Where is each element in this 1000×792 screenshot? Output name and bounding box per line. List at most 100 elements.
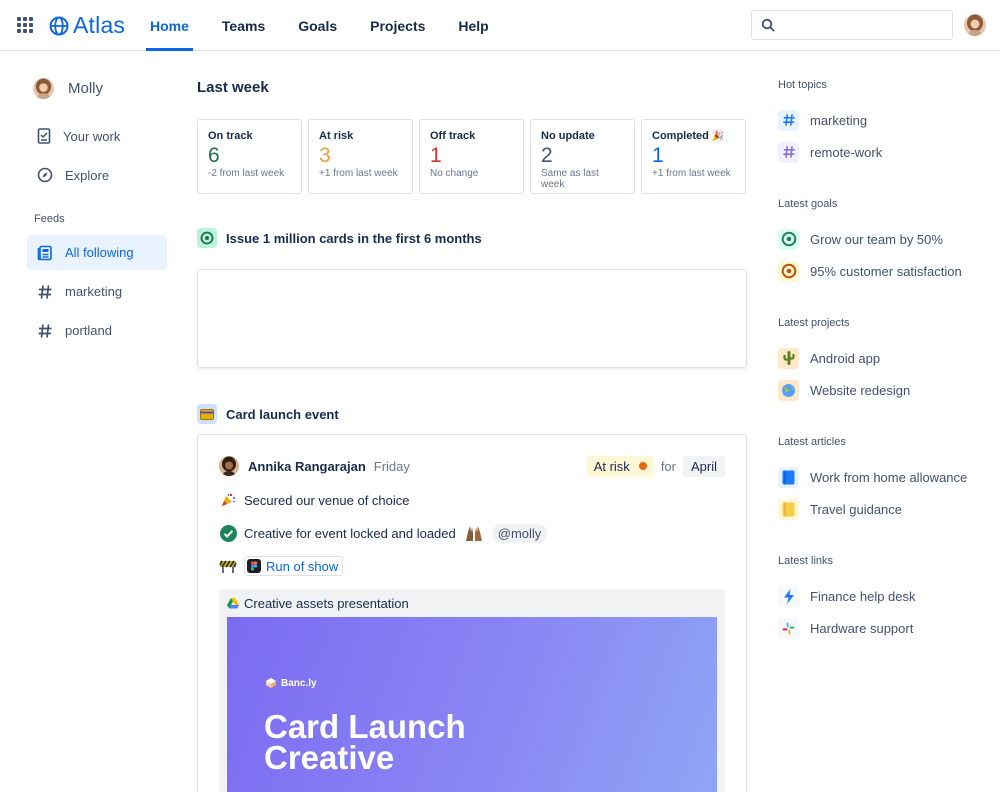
goal-item[interactable]: Grow our team by 50% <box>778 226 988 252</box>
project-header[interactable]: Card launch event <box>197 403 747 425</box>
stat-label: No update <box>541 130 595 142</box>
latest-articles: Latest articles Work from home allowance… <box>778 432 988 522</box>
globe-icon <box>778 379 799 401</box>
article-item[interactable]: Work from home allowance <box>778 464 988 490</box>
figma-icon <box>247 559 261 573</box>
nav-help[interactable]: Help <box>454 0 492 51</box>
user-avatar[interactable] <box>964 14 986 36</box>
project-label: Website redesign <box>810 382 911 398</box>
stat-value: 1 <box>652 144 664 167</box>
author-avatar[interactable] <box>219 456 239 476</box>
credit-card-icon <box>197 404 217 424</box>
stat-value: 1 <box>430 144 442 167</box>
sidebar-item-label: portland <box>65 323 112 338</box>
nav-projects[interactable]: Projects <box>366 0 429 51</box>
hashtag-icon <box>778 141 799 163</box>
project-item[interactable]: Android app <box>778 345 988 371</box>
project-label: Android app <box>810 350 881 366</box>
main-content: Last week On track 6 -2 from last week A… <box>197 70 747 792</box>
goal-label: Grow our team by 50% <box>810 231 943 247</box>
app-switcher-icon[interactable] <box>17 17 33 33</box>
article-label: Travel guidance <box>810 501 903 517</box>
lightning-icon <box>778 585 799 607</box>
link-item[interactable]: Hardware support <box>778 615 988 641</box>
stat-no-update[interactable]: No update 2 Same as last week <box>530 119 635 194</box>
sidebar-item-all-following[interactable]: All following <box>27 235 167 270</box>
party-popper-icon <box>219 491 237 509</box>
update-line: Secured our venue of choice <box>219 489 410 511</box>
update-line: Run of show <box>219 555 344 577</box>
topic-remote-work[interactable]: remote-work <box>778 139 988 165</box>
project-item[interactable]: Website redesign <box>778 377 988 403</box>
embed-title: Creative assets presentation <box>244 595 409 611</box>
brand-logo: Banc.ly <box>265 677 317 689</box>
topic-marketing[interactable]: marketing <box>778 107 988 133</box>
stat-on-track[interactable]: On track 6 -2 from last week <box>197 119 302 194</box>
presentation-embed[interactable]: Creative assets presentation Banc.ly Car… <box>219 589 725 792</box>
blue-book-icon <box>778 466 799 488</box>
goal-at-risk-icon <box>778 260 799 282</box>
stat-label: At risk <box>319 130 354 142</box>
article-item[interactable]: Travel guidance <box>778 496 988 522</box>
update-text: Creative for event locked and loaded <box>244 525 456 541</box>
right-column: Hot topics marketing remote-work Latest … <box>778 75 988 641</box>
update-author: Annika Rangarajan Friday <box>219 455 410 477</box>
sidebar-item-portland[interactable]: portland <box>27 313 167 348</box>
profile[interactable]: Molly <box>27 70 167 106</box>
stat-change: No change <box>430 168 479 179</box>
atlas-globe-icon <box>49 16 69 35</box>
link-label: Hardware support <box>810 620 914 636</box>
nav-home[interactable]: Home <box>146 0 193 51</box>
latest-goals: Latest goals Grow our team by 50% 95% cu… <box>778 194 988 284</box>
confetti-icon: 🎉 <box>711 131 725 142</box>
update-line: Creative for event locked and loaded @mo… <box>219 522 548 544</box>
topic-label: remote-work <box>810 144 883 160</box>
section-heading: Latest links <box>778 555 834 567</box>
sidebar-item-explore[interactable]: Explore <box>27 157 167 193</box>
search-input[interactable] <box>782 15 947 35</box>
sidebar-item-label: Your work <box>63 128 121 144</box>
slack-icon <box>778 617 799 639</box>
feed-icon <box>37 245 52 260</box>
mention-molly[interactable]: @molly <box>491 523 548 543</box>
left-sidebar: Molly Your work Explore Feeds All follow… <box>27 70 167 348</box>
slide-title: Card Launch Creative <box>264 710 564 776</box>
sidebar-item-your-work[interactable]: Your work <box>27 118 167 154</box>
hashtag-icon <box>38 284 52 299</box>
nav-goals[interactable]: Goals <box>294 0 341 51</box>
stat-change: -2 from last week <box>208 168 285 179</box>
status-dot <box>638 462 647 470</box>
goal-on-track-icon <box>778 228 799 250</box>
hot-topics: Hot topics marketing remote-work <box>778 75 988 165</box>
search-box[interactable] <box>751 10 953 40</box>
run-of-show-link[interactable]: Run of show <box>244 556 344 576</box>
article-label: Work from home allowance <box>810 469 968 485</box>
for-label: for <box>660 458 676 474</box>
stat-change: +1 from last week <box>319 168 398 179</box>
section-heading: Hot topics <box>778 79 827 91</box>
status-text: At risk <box>593 458 630 474</box>
section-title: Last week <box>197 78 269 96</box>
atlas-logo[interactable]: Atlas <box>49 12 125 39</box>
stat-off-track[interactable]: Off track 1 No change <box>419 119 524 194</box>
goal-title: Issue 1 million cards in the first 6 mon… <box>226 230 482 246</box>
check-icon <box>219 524 237 542</box>
stat-change: Same as last week <box>541 168 599 190</box>
sidebar-item-label: marketing <box>65 284 123 299</box>
slide-title-line: Creative <box>264 739 395 776</box>
link-item[interactable]: Finance help desk <box>778 583 988 609</box>
sidebar-item-label: Explore <box>65 167 110 183</box>
section-heading: Latest goals <box>778 198 838 210</box>
top-navigation: Atlas Home Teams Goals Projects Help <box>0 0 1000 51</box>
nav-teams[interactable]: Teams <box>218 0 269 51</box>
sidebar-item-label: All following <box>65 245 134 260</box>
goal-item[interactable]: 95% customer satisfaction <box>778 258 988 284</box>
raised-hands-icon <box>464 524 484 542</box>
goal-header[interactable]: Issue 1 million cards in the first 6 mon… <box>197 227 747 249</box>
document-icon <box>37 128 51 144</box>
stat-completed[interactable]: Completed 🎉 1 +1 from last week <box>641 119 746 194</box>
sidebar-item-marketing[interactable]: marketing <box>27 274 167 309</box>
author-name[interactable]: Annika Rangarajan <box>248 459 366 474</box>
stat-at-risk[interactable]: At risk 3 +1 from last week <box>308 119 413 194</box>
hashtag-icon <box>778 109 799 131</box>
